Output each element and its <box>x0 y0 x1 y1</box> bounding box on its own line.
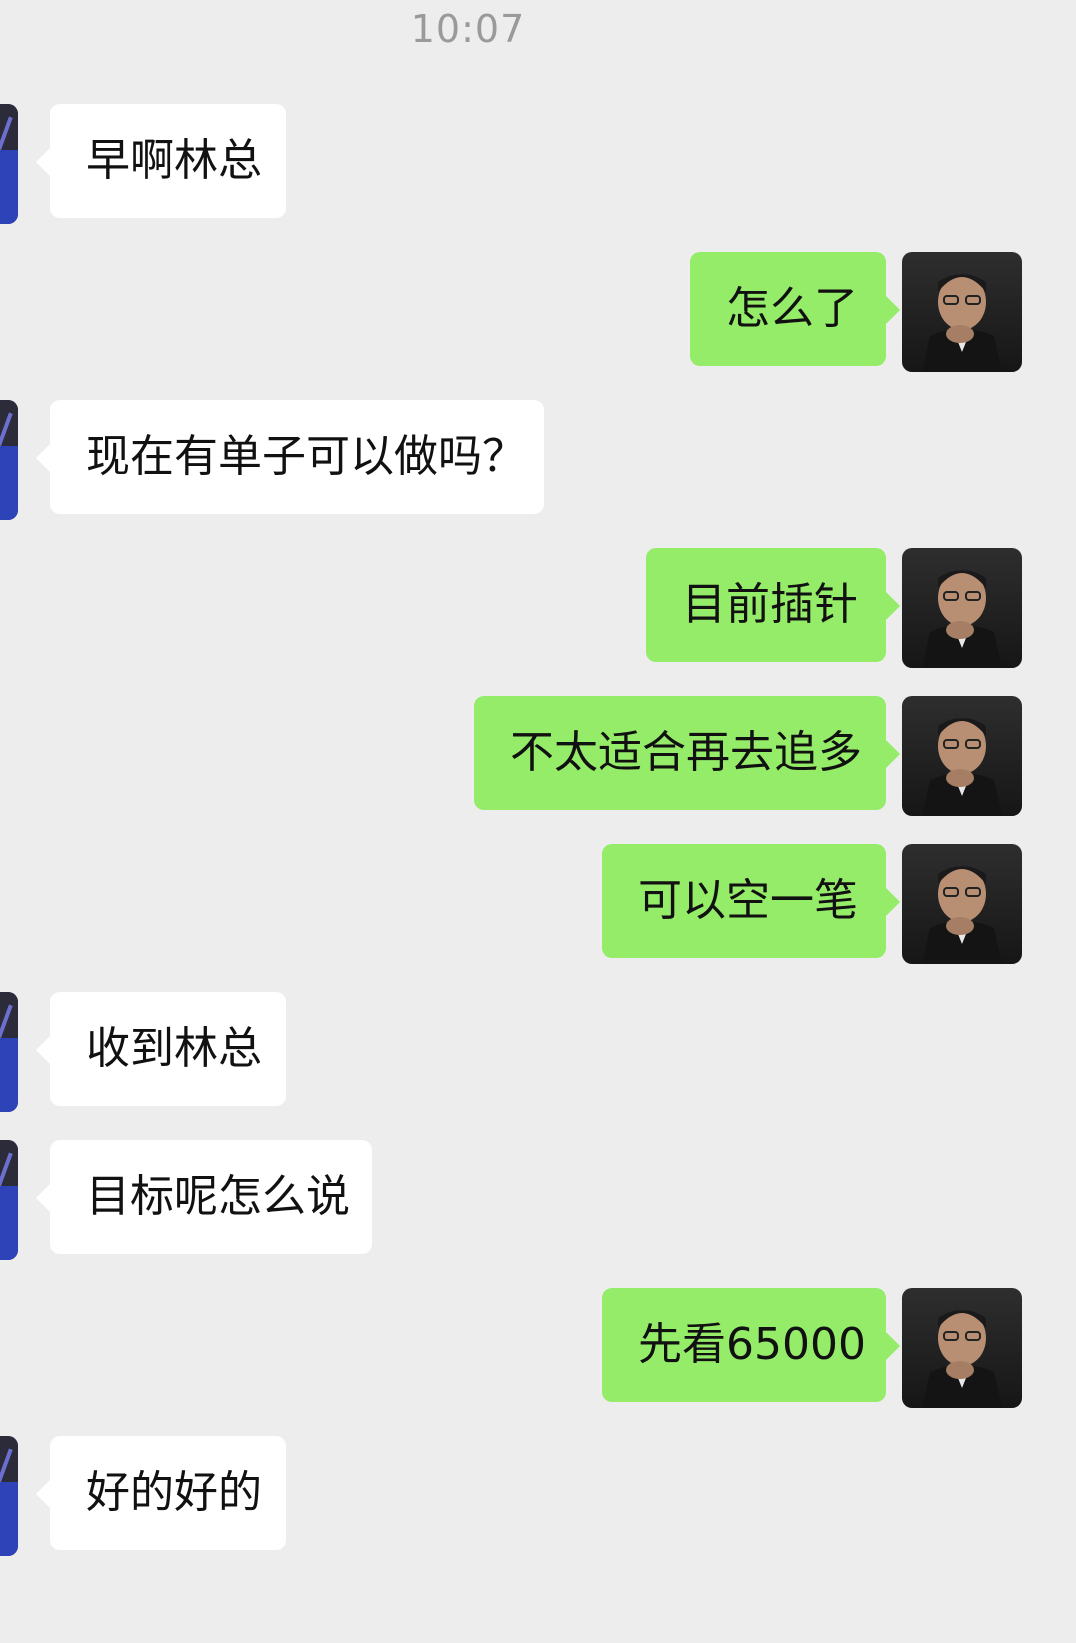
self-avatar-photo[interactable] <box>902 844 1022 964</box>
message-timestamp: 10:07 <box>410 7 526 51</box>
outgoing-message-bubble[interactable]: 先看65000 <box>602 1288 900 1402</box>
self-avatar-photo[interactable] <box>902 696 1022 816</box>
message-row: 目标呢怎么说 <box>0 1140 1076 1260</box>
message-row: 怎么了 <box>0 252 1076 372</box>
self-avatar-photo[interactable] <box>902 252 1022 372</box>
self-avatar-photo[interactable] <box>902 1288 1022 1408</box>
message-row: 好的好的 <box>0 1436 1076 1556</box>
message-row: 可以空一笔 <box>0 844 1076 964</box>
message-row: 现在有单子可以做吗？ <box>0 400 1076 520</box>
incoming-message-bubble[interactable]: 好的好的 <box>36 1436 286 1550</box>
contact-avatar-icon[interactable] <box>0 104 18 224</box>
incoming-message-bubble[interactable]: 现在有单子可以做吗？ <box>36 400 544 514</box>
outgoing-message-bubble[interactable]: 怎么了 <box>690 252 900 366</box>
message-row: 收到林总 <box>0 992 1076 1112</box>
outgoing-message-bubble[interactable]: 目前插针 <box>646 548 900 662</box>
incoming-message-bubble[interactable]: 收到林总 <box>36 992 286 1106</box>
outgoing-message-bubble[interactable]: 不太适合再去追多 <box>474 696 900 810</box>
message-row: 早啊林总 <box>0 104 1076 224</box>
message-row: 目前插针 <box>0 548 1076 668</box>
contact-avatar-icon[interactable] <box>0 992 18 1112</box>
outgoing-message-bubble[interactable]: 可以空一笔 <box>602 844 900 958</box>
contact-avatar-icon[interactable] <box>0 1140 18 1260</box>
message-row: 先看65000 <box>0 1288 1076 1408</box>
self-avatar-photo[interactable] <box>902 548 1022 668</box>
incoming-message-bubble[interactable]: 早啊林总 <box>36 104 286 218</box>
contact-avatar-icon[interactable] <box>0 1436 18 1556</box>
contact-avatar-icon[interactable] <box>0 400 18 520</box>
message-row: 不太适合再去追多 <box>0 696 1076 816</box>
incoming-message-bubble[interactable]: 目标呢怎么说 <box>36 1140 372 1254</box>
